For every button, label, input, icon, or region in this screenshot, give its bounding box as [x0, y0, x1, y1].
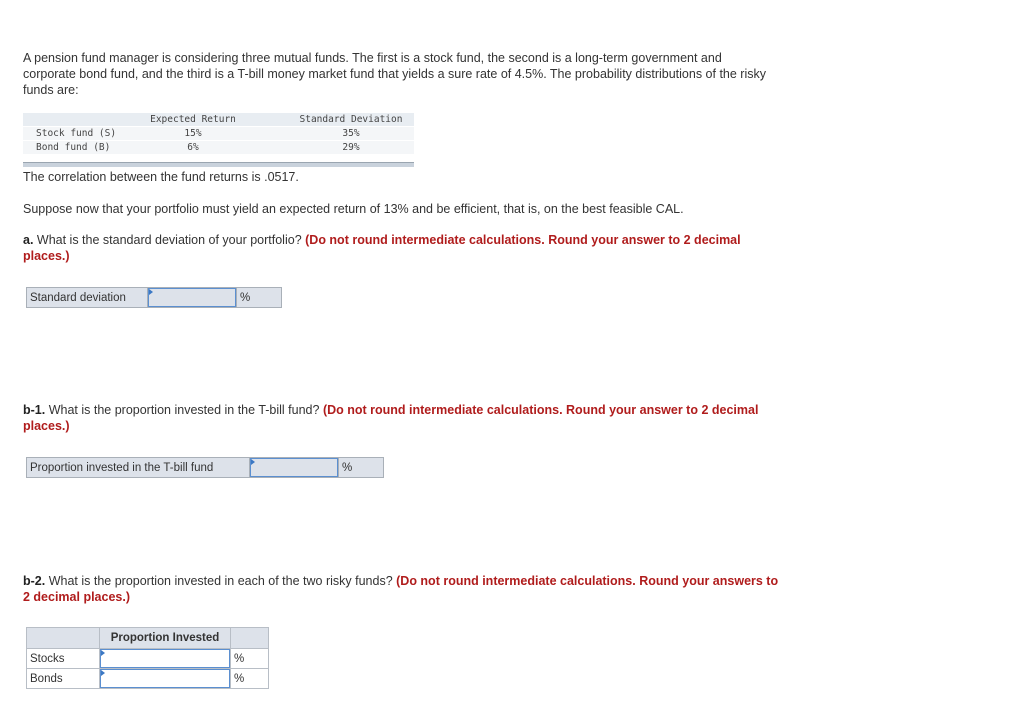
header-standard-deviation: Standard Deviation: [299, 114, 403, 125]
answer-table-b1: Proportion invested in the T-bill fund %: [26, 457, 384, 478]
intro-line-1: A pension fund manager is considering th…: [23, 51, 722, 65]
unit-label: %: [338, 457, 384, 478]
field-label: Standard deviation: [26, 287, 148, 308]
question-text: What is the proportion invested in each …: [45, 574, 397, 588]
fund-distribution-table: Expected Return Standard Deviation Stock…: [23, 113, 414, 167]
instruction-cont: places.): [23, 419, 70, 433]
intro-line-3: funds are:: [23, 83, 79, 97]
question-label: a.: [23, 233, 34, 247]
question-label: b-1.: [23, 403, 46, 417]
instruction: (Do not round intermediate calculations.…: [305, 233, 741, 247]
fund-expected-return: 6%: [187, 142, 199, 153]
question-a: a. What is the standard deviation of you…: [23, 232, 741, 264]
correlation-text: The correlation between the fund returns…: [23, 170, 299, 184]
row-label: Stocks: [26, 648, 100, 669]
question-label: b-2.: [23, 574, 46, 588]
input-flag-icon: [101, 650, 105, 656]
fund-name: Stock fund (S): [36, 128, 117, 139]
intro-paragraph: A pension fund manager is considering th…: [23, 50, 766, 98]
fund-row-stock: Stock fund (S) 15% 35%: [23, 126, 414, 140]
stocks-proportion-input[interactable]: [100, 649, 230, 668]
input-flag-icon: [101, 670, 105, 676]
fund-name: Bond fund (B): [36, 142, 111, 153]
fund-std-dev: 35%: [342, 128, 360, 139]
instruction-cont: places.): [23, 249, 70, 263]
table-row: Bonds %: [26, 668, 269, 689]
fund-table-header: Expected Return Standard Deviation: [23, 113, 414, 126]
answer-table-a: Standard deviation %: [26, 287, 282, 308]
instruction: (Do not round intermediate calculations.…: [322, 403, 759, 417]
question-b2: b-2. What is the proportion invested in …: [23, 573, 778, 605]
unit-label: %: [230, 668, 269, 689]
suppose-text: Suppose now that your portfolio must yie…: [23, 202, 684, 216]
field-label: Proportion invested in the T-bill fund: [26, 457, 250, 478]
unit-label: %: [236, 287, 282, 308]
blank-header: [26, 627, 100, 649]
standard-deviation-input[interactable]: [148, 288, 236, 307]
blank-header: [230, 627, 269, 649]
question-text: What is the proportion invested in the T…: [45, 403, 323, 417]
instruction-cont: 2 decimal places.): [23, 590, 131, 604]
fund-std-dev: 29%: [342, 142, 360, 153]
intro-line-2: corporate bond fund, and the third is a …: [23, 67, 766, 81]
fund-row-bond: Bond fund (B) 6% 29%: [23, 140, 414, 154]
input-flag-icon: [149, 289, 153, 295]
row-label: Bonds: [26, 668, 100, 689]
fund-expected-return: 15%: [184, 128, 202, 139]
question-b1: b-1. What is the proportion invested in …: [23, 402, 758, 434]
table-row: Stocks %: [26, 648, 269, 669]
column-header: Proportion Invested: [99, 627, 231, 649]
table-divider: [23, 162, 414, 167]
tbill-proportion-input[interactable]: [250, 458, 338, 477]
input-flag-icon: [251, 459, 255, 465]
bonds-proportion-input[interactable]: [100, 669, 230, 688]
answer-table-b2: Proportion Invested Stocks % Bonds %: [26, 627, 269, 689]
question-text: What is the standard deviation of your p…: [33, 233, 306, 247]
unit-label: %: [230, 648, 269, 669]
header-expected-return: Expected Return: [150, 114, 236, 125]
instruction: (Do not round intermediate calculations.…: [396, 574, 779, 588]
